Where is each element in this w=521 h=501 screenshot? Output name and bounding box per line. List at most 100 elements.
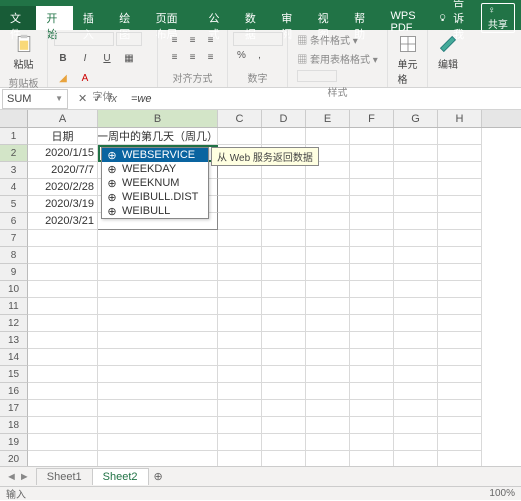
cell-D6[interactable] <box>262 213 306 230</box>
cell-H18[interactable] <box>438 417 482 434</box>
cell-B16[interactable] <box>98 383 218 400</box>
sheet-nav-next[interactable]: ► <box>19 471 30 483</box>
row-header[interactable]: 19 <box>0 434 28 451</box>
autocomplete-item[interactable]: ⊕WEEKNUM <box>102 176 208 190</box>
cell-B10[interactable] <box>98 281 218 298</box>
cell-F14[interactable] <box>350 349 394 366</box>
col-header-h[interactable]: H <box>438 110 482 127</box>
cell-B7[interactable] <box>98 230 218 247</box>
cell-H5[interactable] <box>438 196 482 213</box>
cell-B14[interactable] <box>98 349 218 366</box>
cell-E16[interactable] <box>306 383 350 400</box>
cell-H20[interactable] <box>438 451 482 466</box>
cell-E6[interactable] <box>306 213 350 230</box>
table-format-button[interactable]: ▦ 套用表格格式 ▾ <box>297 51 378 66</box>
row-header[interactable]: 2 <box>0 145 28 162</box>
border-button[interactable]: ▦ <box>120 50 138 66</box>
cell-F12[interactable] <box>350 315 394 332</box>
cell-F17[interactable] <box>350 400 394 417</box>
cell-A3[interactable]: 2020/7/7 <box>28 162 98 179</box>
cancel-icon[interactable]: ✕ <box>78 92 87 105</box>
cell-E4[interactable] <box>306 179 350 196</box>
share-button[interactable]: ♀ 共享 <box>481 3 515 33</box>
cell-D4[interactable] <box>262 179 306 196</box>
cell-G5[interactable] <box>394 196 438 213</box>
row-header[interactable]: 15 <box>0 366 28 383</box>
row-header[interactable]: 20 <box>0 451 28 466</box>
cell-E17[interactable] <box>306 400 350 417</box>
cell-C13[interactable] <box>218 332 262 349</box>
cell-H6[interactable] <box>438 213 482 230</box>
cell-B19[interactable] <box>98 434 218 451</box>
cell-F15[interactable] <box>350 366 394 383</box>
tab-home[interactable]: 开始 <box>36 6 72 30</box>
cell-F1[interactable] <box>350 128 394 145</box>
cell-F8[interactable] <box>350 247 394 264</box>
cell-G4[interactable] <box>394 179 438 196</box>
col-header-c[interactable]: C <box>218 110 262 127</box>
row-header[interactable]: 4 <box>0 179 28 196</box>
cell-C5[interactable] <box>218 196 262 213</box>
cell-C9[interactable] <box>218 264 262 281</box>
cell-C15[interactable] <box>218 366 262 383</box>
cell-B13[interactable] <box>98 332 218 349</box>
cell-A1[interactable]: 日期 <box>28 128 98 145</box>
cell-C20[interactable] <box>218 451 262 466</box>
cell-D7[interactable] <box>262 230 306 247</box>
cell-G6[interactable] <box>394 213 438 230</box>
cell-H17[interactable] <box>438 400 482 417</box>
cell-H3[interactable] <box>438 162 482 179</box>
cell-F16[interactable] <box>350 383 394 400</box>
cell-D16[interactable] <box>262 383 306 400</box>
cell-D13[interactable] <box>262 332 306 349</box>
formula-bar[interactable]: =we <box>125 93 521 105</box>
italic-button[interactable]: I <box>76 50 94 66</box>
comma-button[interactable]: , <box>251 47 269 63</box>
cell-F19[interactable] <box>350 434 394 451</box>
cell-B8[interactable] <box>98 247 218 264</box>
cell-F7[interactable] <box>350 230 394 247</box>
row-header[interactable]: 12 <box>0 315 28 332</box>
zoom-level[interactable]: 100% <box>489 488 515 499</box>
cell-H15[interactable] <box>438 366 482 383</box>
cell-H19[interactable] <box>438 434 482 451</box>
cell-G13[interactable] <box>394 332 438 349</box>
confirm-icon[interactable]: ✓ <box>93 92 102 105</box>
cell-B1[interactable]: 一周中的第几天（周几） <box>98 128 218 145</box>
cell-G11[interactable] <box>394 298 438 315</box>
cell-B18[interactable] <box>98 417 218 434</box>
autocomplete-item[interactable]: ⊕WEEKDAY <box>102 162 208 176</box>
cell-A16[interactable] <box>28 383 98 400</box>
tab-data[interactable]: 数据 <box>235 6 271 30</box>
cell-E15[interactable] <box>306 366 350 383</box>
cell-D15[interactable] <box>262 366 306 383</box>
cell-D18[interactable] <box>262 417 306 434</box>
cell-C17[interactable] <box>218 400 262 417</box>
cell-A6[interactable]: 2020/3/21 <box>28 213 98 230</box>
cell-C4[interactable] <box>218 179 262 196</box>
cell-D14[interactable] <box>262 349 306 366</box>
cell-E18[interactable] <box>306 417 350 434</box>
cell-D10[interactable] <box>262 281 306 298</box>
cell-G12[interactable] <box>394 315 438 332</box>
cell-B9[interactable] <box>98 264 218 281</box>
sheet-tab-1[interactable]: Sheet1 <box>36 468 93 485</box>
tab-formulas[interactable]: 公式 <box>198 6 234 30</box>
cell-D17[interactable] <box>262 400 306 417</box>
cell-F9[interactable] <box>350 264 394 281</box>
cell-F10[interactable] <box>350 281 394 298</box>
cell-E19[interactable] <box>306 434 350 451</box>
cell-G19[interactable] <box>394 434 438 451</box>
cell-F11[interactable] <box>350 298 394 315</box>
row-header[interactable]: 1 <box>0 128 28 145</box>
align-top-button[interactable]: ≡ <box>166 32 184 48</box>
align-right-button[interactable]: ≡ <box>202 49 220 65</box>
cell-G14[interactable] <box>394 349 438 366</box>
paste-button[interactable]: 粘贴 <box>10 32 38 73</box>
cell-H7[interactable] <box>438 230 482 247</box>
cells-button[interactable]: 单元格 <box>394 32 422 88</box>
tab-review[interactable]: 审阅 <box>271 6 307 30</box>
align-center-button[interactable]: ≡ <box>184 49 202 65</box>
cell-F2[interactable] <box>350 145 394 162</box>
cell-G15[interactable] <box>394 366 438 383</box>
